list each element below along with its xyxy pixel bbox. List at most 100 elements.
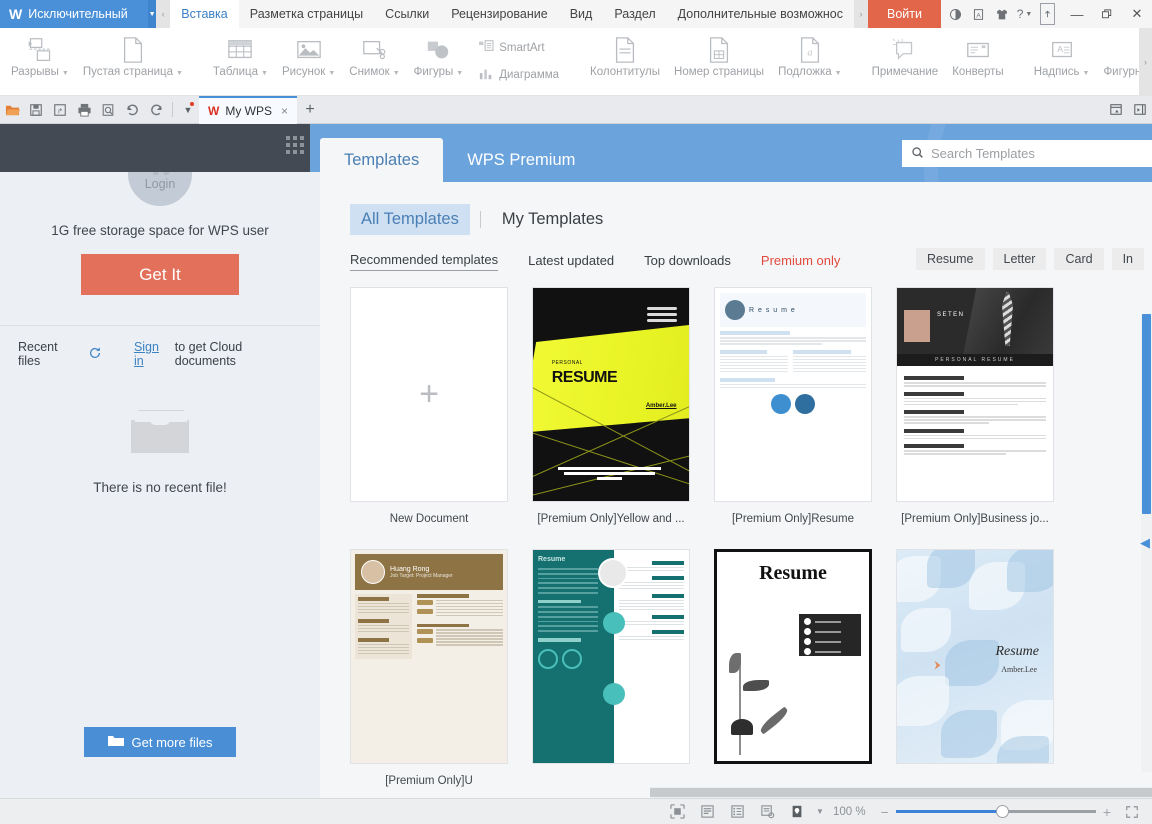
minimize-button[interactable]: — [1062, 0, 1092, 28]
web-layout-icon[interactable] [723, 801, 751, 823]
ribbon-button-smartart[interactable]: SmartArt [472, 34, 565, 62]
zoom-slider-handle[interactable] [995, 805, 1009, 818]
ribbon-tab-ssylki[interactable]: Ссылки [374, 0, 440, 28]
ribbon-button-header-footer[interactable]: Колонтитулы [583, 28, 667, 95]
scrollbar-thumb[interactable] [1142, 314, 1151, 514]
signin-button[interactable]: Войти [868, 0, 941, 28]
bulb-icon[interactable] [783, 801, 811, 823]
ribbon-tab-razdel[interactable]: Раздел [603, 0, 666, 28]
help-icon[interactable]: ? ▼ [1014, 0, 1035, 28]
sort-premium-only[interactable]: Premium only [761, 253, 840, 271]
tab-all-templates[interactable]: All Templates [350, 204, 470, 235]
undo-icon[interactable] [120, 96, 144, 123]
svg-text:↱: ↱ [57, 107, 63, 115]
new-tab-button[interactable]: + [297, 96, 323, 123]
sort-top-downloads[interactable]: Top downloads [644, 253, 731, 271]
ribbon-button-chart[interactable]: Диаграмма [472, 62, 565, 90]
template-card-teal[interactable]: Resume [532, 549, 690, 787]
expand-icon[interactable] [1128, 103, 1152, 116]
get-it-button[interactable]: Get It [81, 254, 239, 295]
ribbon-button-table[interactable]: Таблица ▼ [206, 28, 275, 95]
restore-button[interactable] [1092, 0, 1122, 28]
ribbon-button-envelope[interactable]: Конверты [945, 28, 1011, 95]
close-button[interactable]: ✕ [1122, 0, 1152, 28]
shirt-icon[interactable] [991, 0, 1012, 28]
template-thumbnail[interactable]: SETEN PERSONAL RESUME [896, 287, 1054, 502]
chip-invitation[interactable]: In [1111, 248, 1144, 270]
close-icon[interactable]: × [281, 104, 288, 118]
zoom-out-button[interactable]: − [876, 804, 894, 820]
refresh-icon[interactable] [88, 346, 102, 363]
customize-quickbar-icon[interactable]: ▼ [177, 96, 199, 123]
sort-latest-updated[interactable]: Latest updated [528, 253, 614, 271]
ribbon-tab-razmetka[interactable]: Разметка страницы [239, 0, 374, 28]
new-document-thumbnail[interactable]: + [350, 287, 508, 502]
ribbon-overflow-icon[interactable]: › [1139, 28, 1152, 95]
ribbon-button-page-number[interactable]: Номер страницы [667, 28, 771, 95]
app-grid-icon[interactable] [286, 136, 304, 154]
print-icon[interactable] [72, 96, 96, 123]
chip-resume[interactable]: Resume [915, 248, 985, 270]
save-as-icon[interactable]: ↱ [48, 96, 72, 123]
ribbon-tab-dopolnitelnye[interactable]: Дополнительные возможнос [667, 0, 854, 28]
template-thumbnail[interactable]: Huang Rong Job Target: Project Manager [350, 549, 508, 764]
save-icon[interactable] [24, 96, 48, 123]
redo-icon[interactable] [144, 96, 168, 123]
ribbon-button-picture[interactable]: Рисунок ▼ [275, 28, 342, 95]
ribbon-button-shapes[interactable]: Фигуры ▼ [407, 28, 471, 95]
tab-templates[interactable]: Templates [320, 138, 444, 182]
ribbon-tab-recenzirovanie[interactable]: Рецензирование [440, 0, 559, 28]
document-tab-my-wps[interactable]: W My WPS × [199, 96, 298, 124]
templates-horizontal-scrollbar[interactable] [650, 787, 1152, 798]
template-card-new-document[interactable]: + New Document [350, 287, 508, 525]
page-layout-icon[interactable] [663, 801, 691, 823]
search-templates-box[interactable] [902, 140, 1152, 167]
template-caption: New Document [389, 513, 469, 525]
template-thumbnail[interactable]: R e s u m e [714, 287, 872, 502]
tabstrip-scroll-left-icon[interactable]: ‹ [156, 0, 171, 28]
chip-letter[interactable]: Letter [992, 248, 1047, 270]
template-card-business[interactable]: SETEN PERSONAL RESUME [Premium Only]Busi… [896, 287, 1054, 525]
get-more-files-button[interactable]: Get more files [84, 727, 236, 757]
template-card-floral[interactable]: Resume Amber.Lee [896, 549, 1054, 787]
search-input[interactable] [931, 146, 1143, 161]
sidebar-signin-link[interactable]: Sign in [134, 340, 171, 368]
scrollbar-thumb[interactable] [650, 788, 1152, 797]
template-card-resume[interactable]: R e s u m e [Premium Only]Resume [714, 287, 872, 525]
fit-screen-icon[interactable] [1118, 801, 1146, 823]
upload-icon[interactable] [1037, 0, 1058, 28]
template-card-yellow-resume[interactable]: PERSONAL RESUME Amber.Lee [Premium Only]… [532, 287, 690, 525]
ribbon-button-comment[interactable]: Примечание [865, 28, 946, 95]
chip-card[interactable]: Card [1054, 248, 1104, 270]
restore-down-icon[interactable] [1104, 103, 1128, 116]
template-thumbnail[interactable]: PERSONAL RESUME Amber.Lee [532, 287, 690, 502]
reading-icon[interactable] [753, 801, 781, 823]
ribbon-button-textbox[interactable]: A Надпись ▼ [1027, 28, 1097, 95]
ribbon-tab-vstavka[interactable]: Вставка [170, 0, 239, 28]
template-thumbnail[interactable]: Resume [714, 549, 872, 764]
bulb-dropdown-icon[interactable]: ▼ [813, 801, 827, 823]
outline-icon[interactable] [693, 801, 721, 823]
template-card-bw-resume[interactable]: Resume [714, 549, 872, 787]
title-dropdown-icon[interactable]: ▼ [148, 0, 157, 28]
tab-my-templates[interactable]: My Templates [491, 204, 614, 235]
pen-icon[interactable] [945, 0, 966, 28]
zoom-slider[interactable] [895, 805, 1096, 819]
tab-wps-premium[interactable]: WPS Premium [443, 138, 599, 182]
ribbon-button-screenshot[interactable]: Снимок ▼ [342, 28, 406, 95]
document-a-icon[interactable]: A [968, 0, 989, 28]
ribbon-tab-vid[interactable]: Вид [559, 0, 604, 28]
ribbon-button-blank-page[interactable]: Пустая страница ▼ [76, 28, 190, 95]
scroll-arrow-icon[interactable]: ◀ [1140, 535, 1150, 551]
open-folder-icon[interactable] [0, 96, 24, 123]
ribbon-button-breaks[interactable]: Разрывы ▼ [4, 28, 76, 95]
template-thumbnail[interactable]: Resume [532, 549, 690, 764]
templates-vertical-scrollbar[interactable]: ◀ [1140, 314, 1152, 772]
ribbon-button-watermark[interactable]: a Подложка ▼ [771, 28, 849, 95]
tabstrip-scroll-right-icon[interactable]: › [854, 0, 869, 28]
print-preview-icon[interactable] [96, 96, 120, 123]
template-card-gold[interactable]: Huang Rong Job Target: Project Manager [… [350, 549, 508, 787]
sort-recommended[interactable]: Recommended templates [350, 252, 499, 271]
zoom-in-button[interactable]: + [1098, 804, 1116, 820]
template-thumbnail[interactable]: Resume Amber.Lee [896, 549, 1054, 764]
